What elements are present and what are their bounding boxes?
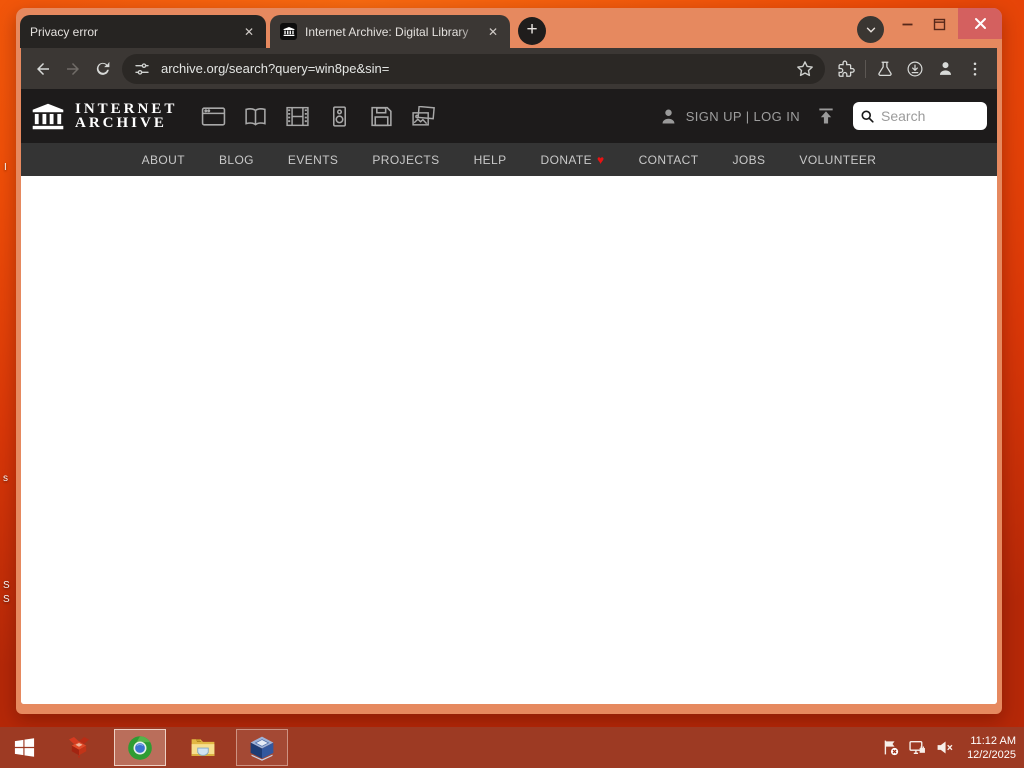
system-tray: 11:12 AM 12/2/2025: [881, 734, 1024, 762]
header-account-area: SIGN UP | LOG IN: [658, 102, 987, 130]
software-icon[interactable]: [369, 105, 394, 127]
maximize-button[interactable]: [924, 8, 954, 40]
browser-window: Privacy error ✕ Internet Archive: Digita…: [16, 8, 1002, 714]
reload-icon: [96, 61, 110, 75]
close-icon: [974, 18, 986, 29]
network-status-icon[interactable]: [908, 739, 926, 757]
extensions-button[interactable]: [831, 54, 861, 84]
taskbar-app-virtualbox[interactable]: [236, 729, 288, 766]
images-icon[interactable]: [411, 105, 436, 127]
taskbar-clock[interactable]: 11:12 AM 12/2/2025: [967, 734, 1016, 762]
file-explorer-icon: [191, 738, 215, 756]
new-tab-button[interactable]: +: [518, 17, 546, 45]
clock-date: 12/2/2025: [967, 748, 1016, 761]
url-text[interactable]: archive.org/search?query=win8pe&sin=: [161, 61, 787, 76]
upload-icon[interactable]: [816, 106, 836, 126]
toolbar-separator: [865, 59, 866, 78]
nav-item-help[interactable]: HELP: [474, 153, 507, 167]
reload-button[interactable]: [88, 54, 118, 84]
nav-item-volunteer[interactable]: VOLUNTEER: [799, 153, 876, 167]
wordmark-line1: INTERNET: [75, 101, 178, 117]
tab-strip: Privacy error ✕ Internet Archive: Digita…: [16, 8, 1002, 48]
site-settings-icon[interactable]: [134, 61, 150, 77]
profile-button[interactable]: [930, 54, 960, 84]
person-icon: [662, 109, 675, 123]
search-icon: [861, 109, 874, 123]
desktop-icon-label-fragment: S: [3, 580, 10, 591]
bookmark-star-icon[interactable]: [795, 59, 815, 79]
video-icon[interactable]: [285, 105, 310, 127]
texts-icon[interactable]: [243, 105, 268, 127]
volume-muted-icon[interactable]: [935, 739, 953, 757]
red-box-app-icon: [69, 736, 89, 758]
downloads-button[interactable]: [900, 54, 930, 84]
tab-search-button[interactable]: [857, 16, 884, 43]
nav-item-jobs[interactable]: JOBS: [732, 153, 765, 167]
profile-avatar-icon: [939, 62, 951, 75]
download-icon: [907, 61, 923, 76]
taskbar-app-file-explorer[interactable]: [179, 727, 227, 768]
taskbar-app-browser[interactable]: [114, 729, 166, 766]
nav-item-projects[interactable]: PROJECTS: [372, 153, 439, 167]
browser-toolbar: archive.org/search?query=win8pe&sin=: [21, 48, 997, 89]
windows-logo-icon: [14, 738, 34, 757]
tab-title: Privacy error: [30, 24, 99, 39]
page-content-blank: [21, 176, 997, 704]
tab-close-icon[interactable]: ✕: [484, 23, 502, 41]
nav-item-blog[interactable]: BLOG: [219, 153, 254, 167]
labs-button[interactable]: [870, 54, 900, 84]
back-arrow-icon: [37, 62, 49, 75]
kebab-menu-icon: [973, 61, 977, 76]
tab-title: Internet Archive: Digital Library: [305, 24, 469, 39]
forward-button[interactable]: [58, 54, 88, 84]
web-page: INTERNET ARCHIVE SIGN UP | LOG IN Search…: [21, 89, 997, 704]
desktop-icon-label-fragment: I: [4, 162, 7, 173]
heart-icon: ♥: [597, 152, 605, 167]
tab-close-icon[interactable]: ✕: [240, 23, 258, 41]
start-button[interactable]: [0, 727, 48, 768]
nav-item-about[interactable]: ABOUT: [142, 153, 185, 167]
desktop-icon-label-fragment: S: [3, 594, 10, 605]
taskbar-app-red-box[interactable]: [56, 727, 102, 768]
internet-archive-nav: ABOUT BLOG EVENTS PROJECTS HELP DONATE ♥ …: [21, 143, 997, 176]
internet-archive-wordmark[interactable]: INTERNET ARCHIVE: [75, 101, 178, 131]
web-icon[interactable]: [201, 105, 226, 127]
maximize-icon: [933, 18, 945, 30]
address-bar[interactable]: archive.org/search?query=win8pe&sin=: [122, 53, 825, 84]
virtualbox-icon: [250, 736, 274, 761]
green-browser-icon: [128, 735, 152, 760]
tab-internet-archive[interactable]: Internet Archive: Digital Library ✕: [270, 15, 510, 48]
action-center-flag-icon[interactable]: [881, 739, 899, 757]
wordmark-line2: ARCHIVE: [75, 115, 167, 131]
signup-login-link[interactable]: SIGN UP | LOG IN: [686, 109, 800, 124]
clock-time: 11:12 AM: [970, 734, 1016, 747]
media-type-tabs: [201, 105, 436, 127]
search-input[interactable]: [881, 108, 980, 124]
taskbar: 11:12 AM 12/2/2025: [0, 727, 1024, 768]
internet-archive-favicon: [280, 23, 297, 40]
back-button[interactable]: [28, 54, 58, 84]
nav-item-contact[interactable]: CONTACT: [639, 153, 699, 167]
flask-icon: [878, 61, 892, 76]
menu-button[interactable]: [960, 54, 990, 84]
forward-arrow-icon: [67, 62, 79, 75]
internet-archive-logo-icon[interactable]: [31, 101, 65, 132]
nav-item-donate-label: DONATE: [540, 152, 593, 167]
audio-icon[interactable]: [327, 105, 352, 127]
minimize-icon: [902, 23, 912, 25]
minimize-button[interactable]: [890, 8, 924, 40]
close-button[interactable]: [958, 8, 1002, 39]
desktop-icon-label-fragment: s: [3, 473, 8, 484]
internet-archive-header: INTERNET ARCHIVE SIGN UP | LOG IN Search: [21, 89, 997, 143]
extensions-puzzle-icon: [838, 60, 855, 77]
tab-privacy-error[interactable]: Privacy error ✕: [20, 15, 266, 48]
nav-item-donate[interactable]: DONATE ♥: [541, 153, 605, 167]
nav-item-events[interactable]: EVENTS: [288, 153, 338, 167]
chevron-down-icon: [866, 27, 875, 33]
site-search-box[interactable]: [853, 102, 987, 130]
